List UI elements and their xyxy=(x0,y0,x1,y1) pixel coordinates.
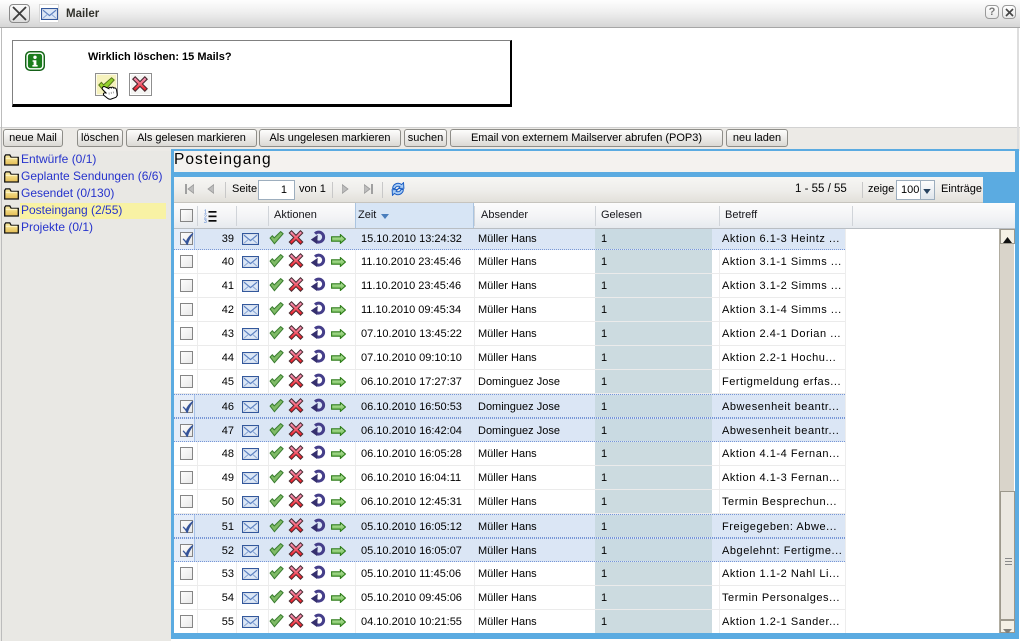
svg-text:3: 3 xyxy=(204,219,207,223)
